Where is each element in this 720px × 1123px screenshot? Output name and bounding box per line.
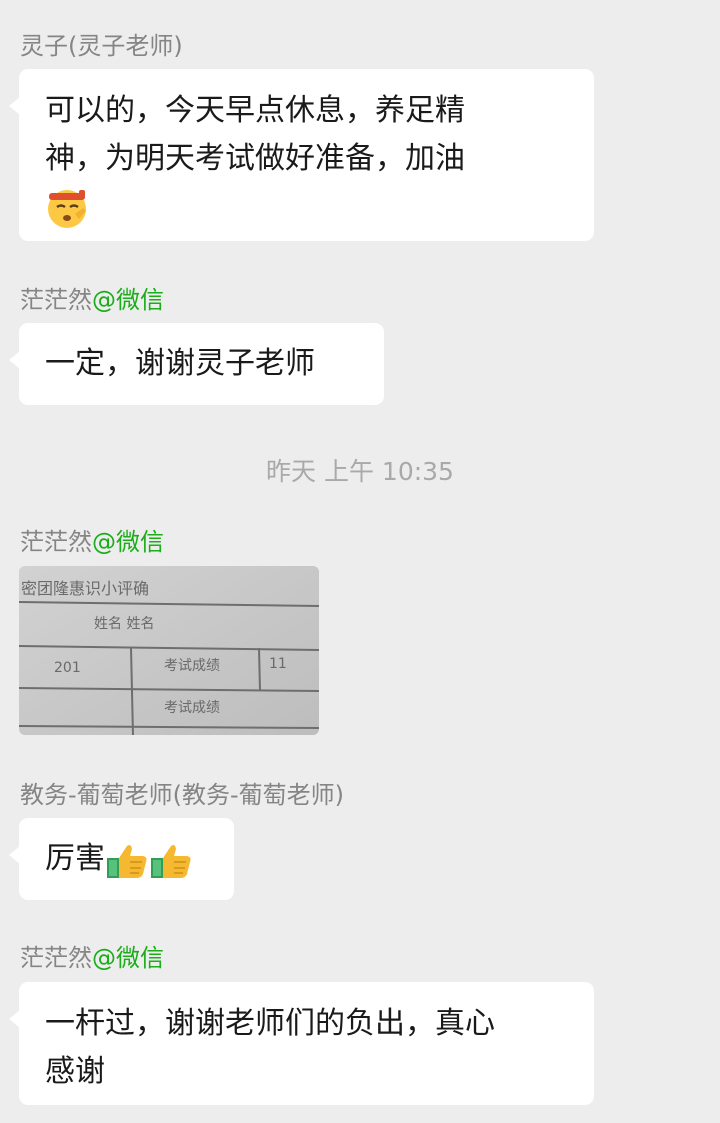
photo-text: 密团隆惠识小评确 [21,579,149,598]
thumbs-up-icon [151,844,191,878]
exam-result-photo: 密团隆惠识小评确 姓名 姓名 考试成绩 201 11 考试成绩 [19,566,319,735]
wechat-tag: @微信 [92,286,164,314]
message-content: 厉害 [45,835,208,883]
message-bubble[interactable]: 厉害 [9,818,234,900]
sender-name-text: 茫茫然 [20,528,92,556]
emoji-line [45,183,568,229]
photo-message[interactable]: 密团隆惠识小评确 姓名 姓名 考试成绩 201 11 考试成绩 [19,566,319,735]
message-text-line: 感谢 [45,1054,105,1089]
sender-name[interactable]: 茫茫然@微信 [20,526,164,558]
message-text: 厉害 [45,841,105,876]
photo-text: 考试成绩 [164,658,220,674]
wechat-tag: @微信 [92,944,164,972]
saluting-face-icon [48,189,86,228]
thumbs-up-icon [107,844,147,878]
message-text-line: 可以的，今天早点休息，养足精 [45,93,465,128]
sender-name-text: 茫茫然 [20,944,92,972]
message-text-line: 神，为明天考试做好准备，加油 [45,141,465,176]
sender-name[interactable]: 茫茫然@微信 [20,942,164,974]
timestamp: 昨天 上午 10:35 [266,457,454,486]
sender-name[interactable]: 茫茫然@微信 [20,284,164,316]
sender-name-text: 茫茫然 [20,286,92,314]
message-text-line: 一杆过，谢谢老师们的负出，真心 [45,1006,495,1041]
message-bubble[interactable]: 可以的，今天早点休息，养足精 神，为明天考试做好准备，加油 [9,69,594,241]
photo-text: 姓名 姓名 [94,616,154,632]
photo-text: 201 [54,660,81,676]
message-text: 一定，谢谢灵子老师 [45,346,315,381]
wechat-tag: @微信 [92,528,164,556]
message-bubble[interactable]: 一杆过，谢谢老师们的负出，真心 感谢 [9,982,594,1105]
message-bubble[interactable]: 一定，谢谢灵子老师 [9,323,384,405]
sender-name[interactable]: 灵子(灵子老师) [20,30,183,62]
photo-text: 考试成绩 [164,700,220,716]
photo-text: 11 [269,656,287,672]
sender-name[interactable]: 教务-葡萄老师(教务-葡萄老师) [20,779,344,811]
